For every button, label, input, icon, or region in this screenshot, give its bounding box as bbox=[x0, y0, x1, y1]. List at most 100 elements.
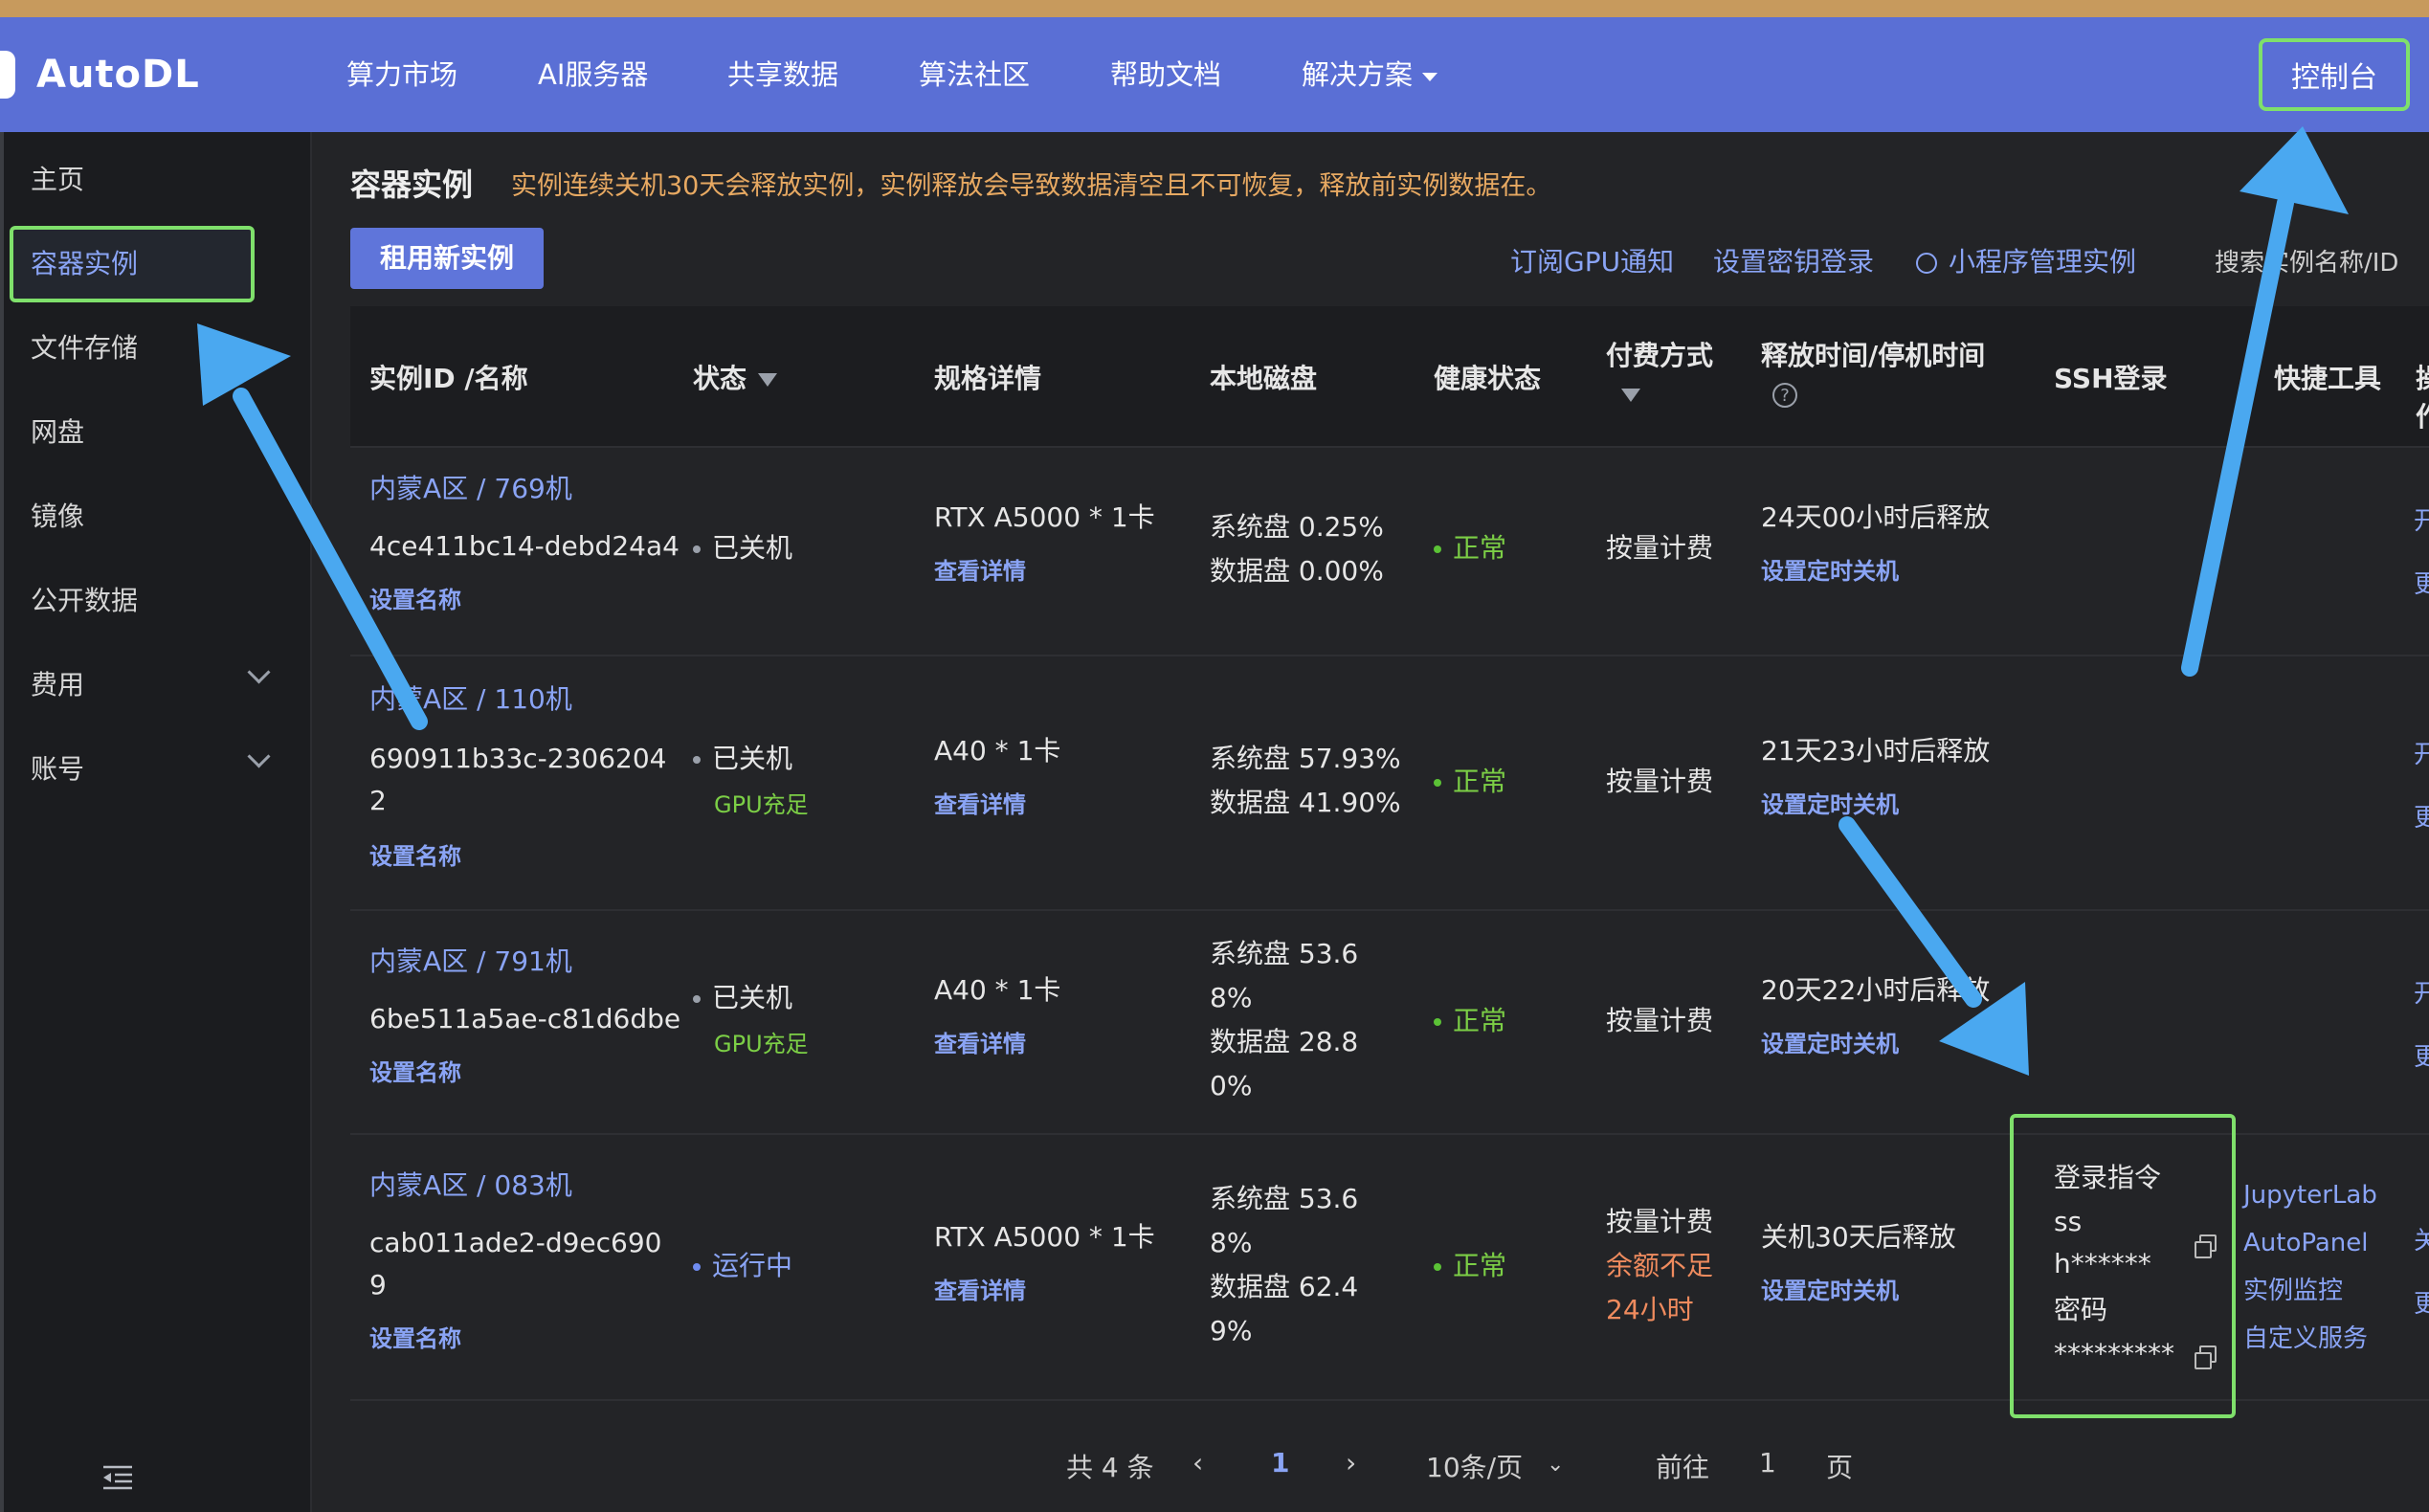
row-divider bbox=[350, 909, 2429, 911]
sidebar-item-public-data[interactable]: 公开数据 bbox=[31, 580, 138, 618]
new-instance-button[interactable]: 租用新实例 bbox=[350, 228, 544, 289]
collapse-sidebar-icon[interactable] bbox=[101, 1464, 134, 1491]
search-label[interactable]: 搜索实例名称/ID bbox=[2215, 243, 2398, 278]
sidebar-item-instances[interactable]: 容器实例 bbox=[31, 243, 138, 281]
subscribe-gpu-link[interactable]: 订阅GPU通知 bbox=[1510, 241, 1674, 279]
nav-compute-market[interactable]: 算力市场 bbox=[346, 17, 457, 132]
sidebar-item-images[interactable]: 镜像 bbox=[31, 496, 84, 534]
data-disk: 数据盘 62.4 bbox=[1210, 1271, 1359, 1302]
console-button[interactable]: 控制台 bbox=[2259, 38, 2410, 111]
nav-help-docs[interactable]: 帮助文档 bbox=[1110, 17, 1221, 132]
filter-icon[interactable] bbox=[1621, 389, 1640, 402]
gpu-availability: GPU充足 bbox=[714, 791, 809, 818]
help-icon[interactable]: ? bbox=[1772, 383, 1797, 408]
data-disk-cont: 9% bbox=[1210, 1315, 1253, 1346]
health-text: 正常 bbox=[1453, 532, 1507, 564]
data-disk-cont: 0% bbox=[1210, 1070, 1253, 1101]
goto-prefix: 前往 bbox=[1656, 1452, 1710, 1483]
filter-icon[interactable] bbox=[758, 373, 778, 387]
rename-link[interactable]: 设置名称 bbox=[369, 1317, 461, 1361]
pagination-current[interactable]: 1 bbox=[1271, 1447, 1289, 1479]
view-details-link[interactable]: 查看详情 bbox=[934, 549, 1026, 593]
goto-suffix: 页 bbox=[1826, 1452, 1854, 1483]
page-title: 容器实例 bbox=[350, 167, 474, 203]
arrowhead-console bbox=[2240, 126, 2349, 214]
billing-type: 按量计费 bbox=[1606, 766, 1714, 797]
op-start-link[interactable]: 开 bbox=[2414, 974, 2429, 1010]
nav-ai-server[interactable]: AI服务器 bbox=[538, 17, 648, 132]
release-time: 20天22小时后释放 bbox=[1761, 974, 1991, 1006]
prev-page-icon[interactable]: ‹ bbox=[1192, 1447, 1203, 1479]
status-badge: 已关机 bbox=[693, 976, 792, 1020]
rename-link[interactable]: 设置名称 bbox=[369, 578, 461, 622]
nav-solutions[interactable]: 解决方案 bbox=[1302, 17, 1438, 132]
status-badge: 已关机 bbox=[693, 737, 792, 781]
logo[interactable]: AutoDL bbox=[0, 17, 200, 132]
rename-link[interactable]: 设置名称 bbox=[369, 1051, 461, 1095]
op-start-link[interactable]: 开 bbox=[2414, 501, 2429, 537]
op-shutdown-link[interactable]: 关 bbox=[2414, 1221, 2429, 1256]
schedule-shutdown-link[interactable]: 设置定时关机 bbox=[1761, 783, 1899, 827]
col-tools: 快捷工具 bbox=[2274, 363, 2382, 394]
miniapp-icon bbox=[1916, 253, 1937, 274]
status-text: 已关机 bbox=[712, 982, 793, 1013]
billing-type: 按量计费 bbox=[1606, 1206, 1714, 1237]
rename-link[interactable]: 设置名称 bbox=[369, 834, 461, 878]
op-more-link[interactable]: 更 bbox=[2414, 1284, 2429, 1320]
goto-page-input[interactable]: 1 bbox=[1759, 1447, 1776, 1479]
miniapp-link[interactable]: 小程序管理实例 bbox=[1916, 241, 2136, 279]
system-disk: 系统盘 0.25% bbox=[1210, 511, 1384, 543]
op-start-link[interactable]: 开 bbox=[2414, 735, 2429, 770]
row-divider bbox=[350, 446, 2429, 448]
instance-name[interactable]: 内蒙A区 / 791机 bbox=[369, 940, 572, 984]
view-details-link[interactable]: 查看详情 bbox=[934, 783, 1026, 827]
data-disk: 数据盘 0.00% bbox=[1210, 555, 1384, 587]
system-disk: 系统盘 53.6 bbox=[1210, 1183, 1359, 1214]
pagination-total: 共 4 条 bbox=[1066, 1452, 1154, 1483]
gpu-spec: RTX A5000 * 1卡 bbox=[934, 501, 1155, 533]
nav-shared-data[interactable]: 共享数据 bbox=[727, 17, 838, 132]
instance-name[interactable]: 内蒙A区 / 110机 bbox=[369, 678, 572, 722]
instance-name[interactable]: 内蒙A区 / 083机 bbox=[369, 1164, 572, 1208]
status-dot bbox=[693, 1263, 701, 1271]
release-time: 24天00小时后释放 bbox=[1761, 501, 1991, 533]
sidebar-item-file-storage[interactable]: 文件存储 bbox=[31, 327, 138, 366]
key-login-link[interactable]: 设置密钥登录 bbox=[1713, 241, 1874, 279]
status-text: 已关机 bbox=[712, 743, 793, 774]
ssh-password-value: ********* bbox=[2054, 1338, 2174, 1369]
sidebar-item-netdisk[interactable]: 网盘 bbox=[31, 411, 84, 450]
release-time: 21天23小时后释放 bbox=[1761, 735, 1991, 767]
op-more-link[interactable]: 更 bbox=[2414, 1037, 2429, 1073]
sidebar-item-account[interactable]: 账号 bbox=[31, 748, 84, 787]
instance-id: 690911b33c-2306204 bbox=[369, 743, 667, 774]
instance-name[interactable]: 内蒙A区 / 769机 bbox=[369, 467, 572, 511]
health-text: 正常 bbox=[1453, 1250, 1507, 1281]
view-details-link[interactable]: 查看详情 bbox=[934, 1022, 1026, 1066]
jupyterlab-link[interactable]: JupyterLab bbox=[2243, 1173, 2377, 1217]
autopanel-link[interactable]: AutoPanel bbox=[2243, 1221, 2369, 1265]
miniapp-link-label: 小程序管理实例 bbox=[1949, 246, 2137, 278]
copy-icon[interactable] bbox=[2195, 1234, 2217, 1258]
custom-service-link[interactable]: 自定义服务 bbox=[2243, 1317, 2368, 1361]
instance-monitor-link[interactable]: 实例监控 bbox=[2243, 1269, 2343, 1313]
col-status: 状态 bbox=[693, 358, 778, 396]
schedule-shutdown-link[interactable]: 设置定时关机 bbox=[1761, 549, 1899, 593]
nav-algorithm-community[interactable]: 算法社区 bbox=[919, 17, 1030, 132]
health-dot bbox=[1434, 1018, 1441, 1026]
schedule-shutdown-link[interactable]: 设置定时关机 bbox=[1761, 1269, 1899, 1313]
sidebar-item-home[interactable]: 主页 bbox=[31, 159, 84, 197]
copy-icon[interactable] bbox=[2195, 1345, 2217, 1369]
page-size-select[interactable]: 10条/页 bbox=[1426, 1447, 1523, 1485]
ssh-command-value: ss bbox=[2054, 1206, 2083, 1237]
op-more-link[interactable]: 更 bbox=[2414, 565, 2429, 600]
next-page-icon[interactable]: › bbox=[1346, 1447, 1356, 1479]
view-details-link[interactable]: 查看详情 bbox=[934, 1269, 1026, 1313]
op-more-link[interactable]: 更 bbox=[2414, 798, 2429, 834]
health-status: 正常 bbox=[1434, 526, 1506, 570]
gpu-spec: A40 * 1卡 bbox=[934, 974, 1061, 1006]
chevron-down-icon[interactable]: ⌄ bbox=[1547, 1453, 1564, 1477]
caret-down-icon bbox=[1422, 72, 1438, 81]
schedule-shutdown-link[interactable]: 设置定时关机 bbox=[1761, 1022, 1899, 1066]
health-status: 正常 bbox=[1434, 760, 1506, 804]
sidebar-item-billing[interactable]: 费用 bbox=[31, 664, 84, 702]
